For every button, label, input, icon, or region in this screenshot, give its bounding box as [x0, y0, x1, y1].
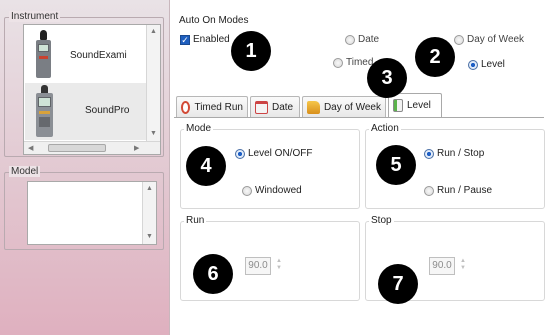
tab-label: Timed Run — [194, 101, 243, 113]
mode-group-title: Mode — [184, 123, 214, 134]
timed-radio[interactable] — [333, 58, 343, 68]
scroll-up-icon[interactable]: ▲ — [146, 185, 153, 193]
tab-day-of-week[interactable]: Day of Week — [302, 96, 386, 117]
day-of-week-radio-label: Day of Week — [467, 34, 525, 45]
level-icon — [393, 99, 403, 112]
run-stop-label: Run / Stop — [437, 148, 485, 159]
scroll-down-icon[interactable]: ▼ — [150, 130, 157, 138]
callout-badge-3: 3 — [367, 58, 407, 98]
windowed-label: Windowed — [255, 185, 302, 196]
tab-strip-border — [174, 117, 544, 118]
instrument-item-soundpro[interactable]: SoundPro — [25, 83, 146, 140]
callout-badge-1: 1 — [231, 31, 271, 71]
tab-level[interactable]: Level — [388, 93, 442, 117]
model-list-vscroll[interactable]: ▲ ▼ — [142, 182, 156, 244]
run-level-stepper[interactable]: ▲ ▼ — [274, 258, 284, 274]
auto-on-modes-title: Auto On Modes — [179, 15, 249, 26]
instrument-item-label: SoundPro — [85, 105, 130, 116]
calendar-icon — [255, 100, 268, 114]
instrument-list-hscroll[interactable]: ◀ ▶ — [24, 141, 160, 154]
date-radio[interactable] — [345, 35, 355, 45]
scroll-down-icon[interactable]: ▼ — [146, 233, 153, 241]
tab-date[interactable]: Date — [250, 96, 300, 117]
model-group-label: Model — [9, 166, 41, 177]
date-radio-label: Date — [358, 34, 380, 45]
level-on-off-label: Level ON/OFF — [248, 148, 313, 159]
stop-level-stepper[interactable]: ▲ ▼ — [458, 258, 468, 274]
level-radio-label: Level — [481, 59, 505, 70]
windowed-radio[interactable] — [242, 186, 252, 196]
tab-label: Level — [407, 100, 431, 111]
scroll-up-icon[interactable]: ▲ — [150, 28, 157, 36]
tab-label: Day of Week — [323, 101, 381, 113]
instrument-list[interactable]: SoundExami SoundPro ▲ ▼ ◀ ▶ — [23, 24, 161, 155]
enabled-checkbox[interactable]: ✓ — [180, 35, 190, 45]
tab-timed-run[interactable]: Timed Run — [176, 96, 248, 117]
run-group-title: Run — [184, 215, 207, 226]
clock-icon — [181, 100, 191, 114]
instrument-item-label: SoundExami — [70, 50, 127, 61]
instrument-sidebar: Instrument SoundExami SoundPro ▲ ▼ ◀ ▶ M… — [0, 0, 170, 335]
soundpro-image — [31, 85, 59, 139]
scroll-left-icon[interactable]: ◀ — [28, 145, 33, 153]
enabled-label: Enabled — [193, 34, 230, 45]
callout-badge-7: 7 — [378, 264, 418, 304]
run-stop-radio[interactable] — [424, 149, 434, 159]
callout-badge-6: 6 — [193, 254, 233, 294]
callout-badge-5: 5 — [376, 145, 416, 185]
instrument-item-soundexaminer[interactable]: SoundExami — [25, 26, 146, 83]
instrument-list-vscroll[interactable]: ▲ ▼ — [146, 25, 160, 141]
scroll-right-icon[interactable]: ▶ — [134, 145, 139, 153]
run-level-input[interactable]: 90.0 — [245, 257, 271, 275]
level-on-off-radio[interactable] — [235, 149, 245, 159]
soundexaminer-image — [31, 30, 57, 82]
tab-label: Date — [272, 101, 294, 113]
run-pause-label: Run / Pause — [437, 185, 493, 196]
action-group-title: Action — [369, 123, 401, 134]
day-of-week-radio[interactable] — [454, 35, 464, 45]
callout-badge-2: 2 — [415, 37, 455, 77]
folder-icon — [307, 100, 320, 114]
stop-group-title: Stop — [369, 215, 394, 226]
stop-level-input[interactable]: 90.0 — [429, 257, 455, 275]
instrument-group-label: Instrument — [9, 11, 61, 22]
callout-badge-4: 4 — [186, 146, 226, 186]
run-pause-radio[interactable] — [424, 186, 434, 196]
model-list[interactable]: ▲ ▼ — [27, 181, 157, 245]
hscroll-thumb[interactable] — [48, 144, 106, 152]
level-radio[interactable] — [468, 60, 478, 70]
